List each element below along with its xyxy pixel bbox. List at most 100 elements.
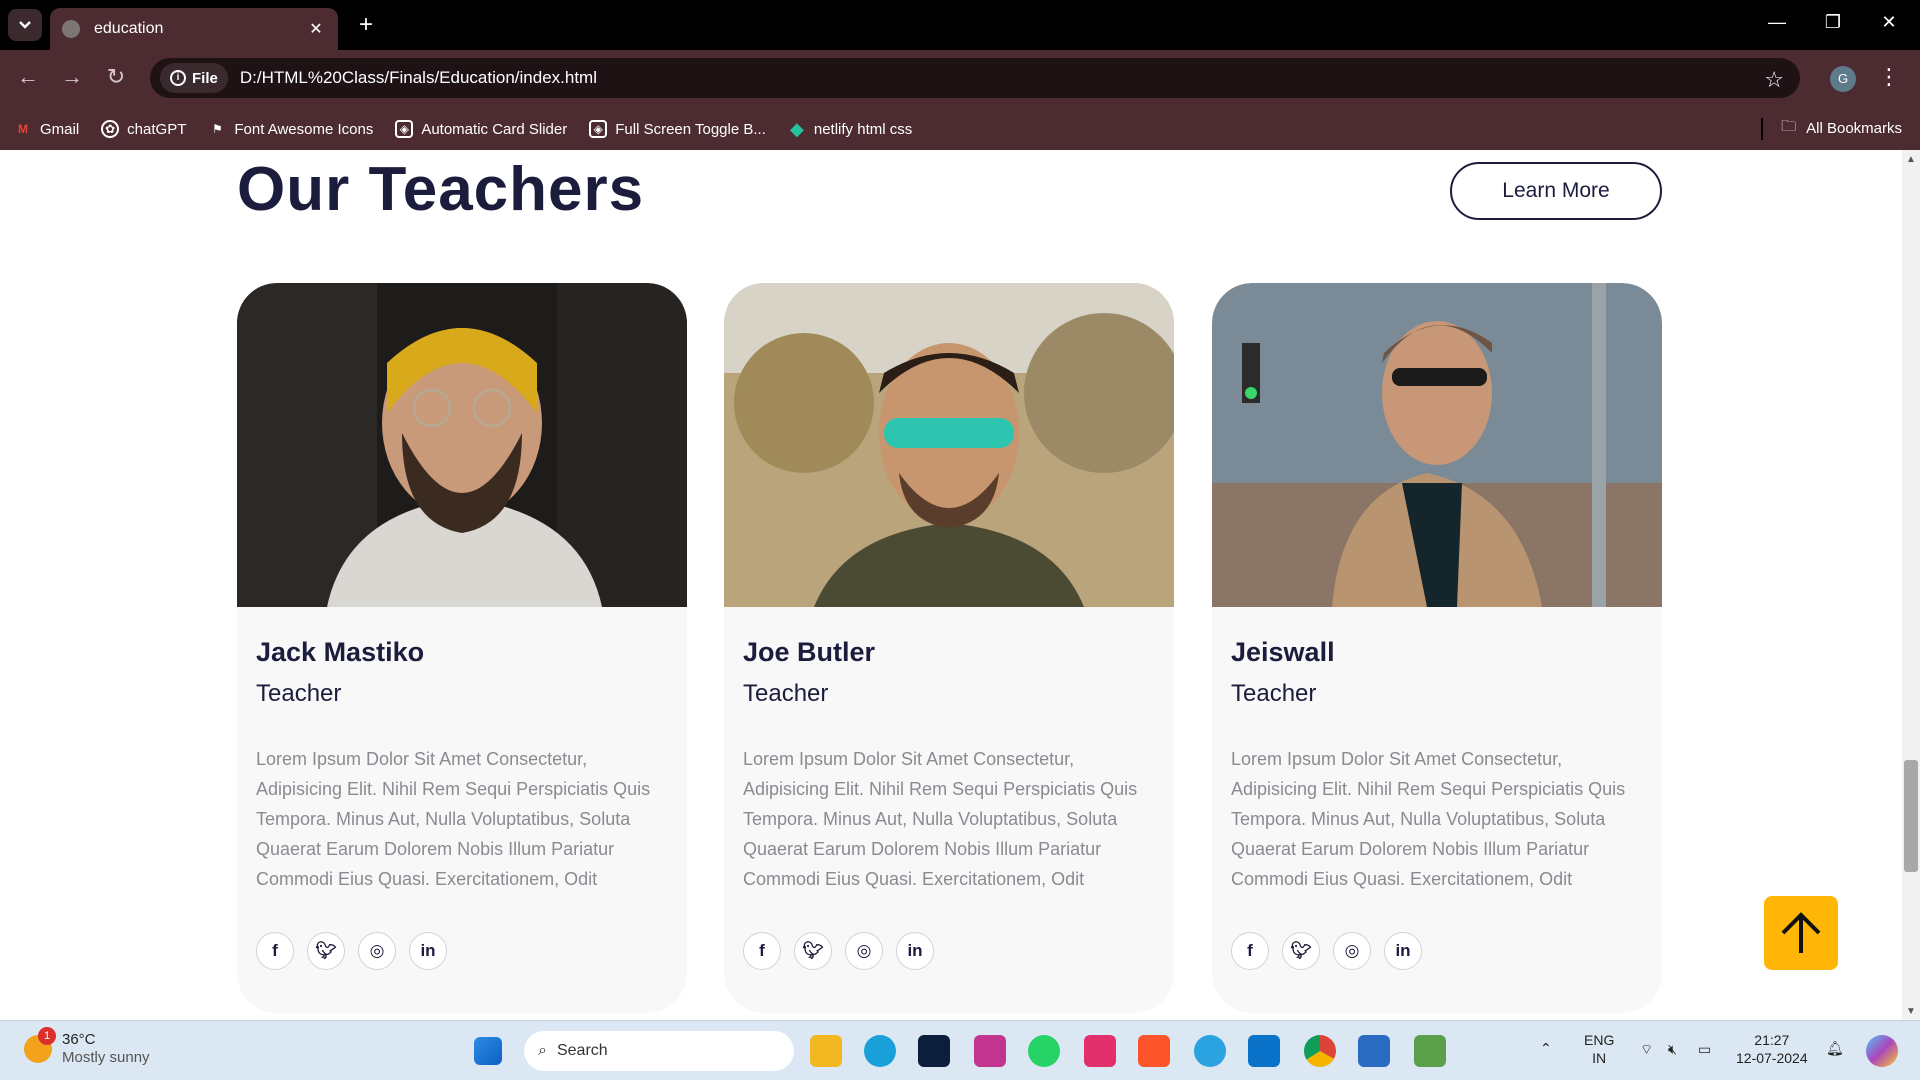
chevron-up-icon[interactable]: ⌃ xyxy=(1540,1039,1552,1057)
linkedin-icon[interactable]: in xyxy=(409,932,447,970)
teacher-role: Teacher xyxy=(256,680,342,707)
teacher-card: Jack Mastiko Teacher Lorem Ipsum Dolor S… xyxy=(237,283,687,1013)
all-bookmarks-label: All Bookmarks xyxy=(1806,120,1902,137)
bookmark-star-icon[interactable]: ☆ xyxy=(1764,67,1784,93)
volume-muted-icon[interactable]: 🔇︎ xyxy=(1668,1040,1677,1058)
codepen-icon: ◈ xyxy=(395,120,414,138)
weather-widget[interactable]: 1 36°C Mostly sunny xyxy=(24,1027,150,1067)
bookmark-netlify[interactable]: ◆ netlify html css xyxy=(788,118,912,139)
menu-icon[interactable]: ⋮ xyxy=(1878,64,1900,90)
telegram-icon[interactable] xyxy=(1194,1035,1226,1067)
instagram-icon[interactable]: ◎ xyxy=(1333,932,1371,970)
linkedin-icon[interactable]: in xyxy=(896,932,934,970)
bookmark-label: Full Screen Toggle B... xyxy=(615,120,766,138)
linkedin-icon[interactable]: in xyxy=(1384,932,1422,970)
bookmark-label: Font Awesome Icons xyxy=(234,120,374,138)
twitter-icon[interactable]: 🐦︎ xyxy=(794,932,832,970)
windows-start-icon[interactable] xyxy=(474,1037,502,1065)
sun-icon: 1 xyxy=(24,1027,56,1063)
twitter-icon[interactable]: 🐦︎ xyxy=(1282,932,1320,970)
back-icon[interactable]: ← xyxy=(12,64,44,90)
wifi-icon[interactable]: ⌔ xyxy=(1640,1040,1653,1058)
chatgpt-icon: ✿ xyxy=(101,120,120,138)
facebook-icon[interactable]: f xyxy=(1231,932,1269,970)
instagram-icon[interactable]: ◎ xyxy=(358,932,396,970)
bookmark-chatgpt[interactable]: ✿ chatGPT xyxy=(101,120,186,138)
restore-icon[interactable]: ❐ xyxy=(1818,12,1848,33)
teacher-photo xyxy=(237,283,687,607)
wampserver-icon[interactable] xyxy=(974,1035,1006,1067)
site-info-chip[interactable]: i File xyxy=(160,63,228,93)
flag-icon: ⚑ xyxy=(211,122,223,136)
clock[interactable]: 21:27 12-07-2024 xyxy=(1736,1031,1808,1067)
edge-icon[interactable] xyxy=(864,1035,896,1067)
twitter-icon[interactable]: 🐦︎ xyxy=(307,932,345,970)
bookmark-fullscreen-toggle[interactable]: ◈ Full Screen Toggle B... xyxy=(589,120,766,138)
instagram-app-icon[interactable] xyxy=(1084,1035,1116,1067)
chrome-icon[interactable] xyxy=(1304,1035,1336,1067)
forward-icon[interactable]: → xyxy=(56,64,88,90)
language: ENG xyxy=(1584,1032,1615,1048)
whatsapp-icon[interactable] xyxy=(1028,1035,1060,1067)
close-window-icon[interactable]: ✕ xyxy=(1874,12,1904,33)
close-tab-icon[interactable]: ✕ xyxy=(306,19,326,39)
url-text[interactable]: D:/HTML%20Class/Finals/Education/index.h… xyxy=(240,68,597,88)
scrollbar-thumb[interactable] xyxy=(1904,760,1918,872)
region: IN xyxy=(1592,1050,1607,1066)
scroll-down-arrow-icon[interactable]: ▼ xyxy=(1904,1006,1918,1017)
taskbar-search[interactable]: ⌕ Search xyxy=(524,1031,794,1071)
file-explorer-icon[interactable] xyxy=(810,1035,842,1067)
teacher-description: Lorem Ipsum Dolor Sit Amet Consectetur, … xyxy=(256,749,651,889)
bookmarks-bar: M Gmail ✿ chatGPT ⚑ Font Awesome Icons ◈ Aut… xyxy=(0,108,1920,150)
netlify-icon: ◆ xyxy=(789,118,804,139)
teacher-name: Joe Butler xyxy=(743,637,876,667)
tab-education[interactable]: education ✕ xyxy=(50,8,338,50)
scroll-to-top-button[interactable] xyxy=(1764,896,1838,970)
all-bookmarks[interactable]: 🗀 All Bookmarks xyxy=(1761,116,1902,141)
instagram-icon[interactable]: ◎ xyxy=(845,932,883,970)
facebook-icon[interactable]: f xyxy=(743,932,781,970)
address-bar[interactable]: i File D:/HTML%20Class/Finals/Education/… xyxy=(150,58,1800,98)
new-tab-button[interactable]: + xyxy=(354,11,378,39)
language-indicator[interactable]: ENG IN xyxy=(1584,1031,1614,1067)
teacher-description: Lorem Ipsum Dolor Sit Amet Consectetur, … xyxy=(1231,749,1626,889)
globe-icon xyxy=(62,20,80,38)
notification-bell-icon[interactable]: 🔔︎ xyxy=(1826,1039,1844,1057)
scroll-up-arrow-icon[interactable]: ▲ xyxy=(1904,154,1918,165)
learn-more-button[interactable]: Learn More xyxy=(1450,162,1662,220)
reload-icon[interactable]: ↻ xyxy=(100,64,132,90)
photoshop-icon[interactable] xyxy=(918,1035,950,1067)
gmail-icon: M xyxy=(18,122,28,136)
page-viewport: Our Teachers Learn More Jack Mastiko Tea… xyxy=(0,150,1902,1020)
chevron-down-icon xyxy=(19,21,31,29)
tab-title: education xyxy=(94,20,164,37)
vscode-icon[interactable] xyxy=(1248,1035,1280,1067)
minimize-icon[interactable]: — xyxy=(1762,12,1792,33)
copilot-icon[interactable] xyxy=(1866,1035,1898,1067)
facebook-icon[interactable]: f xyxy=(256,932,294,970)
date: 12-07-2024 xyxy=(1736,1050,1808,1066)
info-icon: i xyxy=(170,70,186,86)
social-links: f 🐦︎ ◎ in xyxy=(1231,932,1642,970)
search-icon: ⌕ xyxy=(538,1042,547,1059)
arrow-up-icon xyxy=(1781,912,1821,953)
notification-badge: 1 xyxy=(38,1027,56,1045)
social-links: f 🐦︎ ◎ in xyxy=(256,932,667,970)
scrollbar-track[interactable] xyxy=(1902,150,1920,1020)
notepad-icon[interactable] xyxy=(1358,1035,1390,1067)
profile-avatar[interactable]: G xyxy=(1830,66,1856,92)
file-label: File xyxy=(192,69,218,87)
teacher-role: Teacher xyxy=(1231,680,1317,707)
divider xyxy=(1761,117,1764,140)
bookmark-font-awesome[interactable]: ⚑ Font Awesome Icons xyxy=(208,120,373,138)
tab-search-button[interactable] xyxy=(8,9,42,41)
battery-icon[interactable]: ▭ xyxy=(1698,1040,1711,1058)
brave-icon[interactable] xyxy=(1138,1035,1170,1067)
bookmark-gmail[interactable]: M Gmail xyxy=(14,120,79,138)
codepen-icon: ◈ xyxy=(589,120,608,138)
teacher-name: Jack Mastiko xyxy=(256,637,425,667)
paint-icon[interactable] xyxy=(1414,1035,1446,1067)
bookmark-label: Gmail xyxy=(40,120,80,138)
bookmark-card-slider[interactable]: ◈ Automatic Card Slider xyxy=(395,120,567,138)
section-title: Our Teachers xyxy=(237,155,645,224)
